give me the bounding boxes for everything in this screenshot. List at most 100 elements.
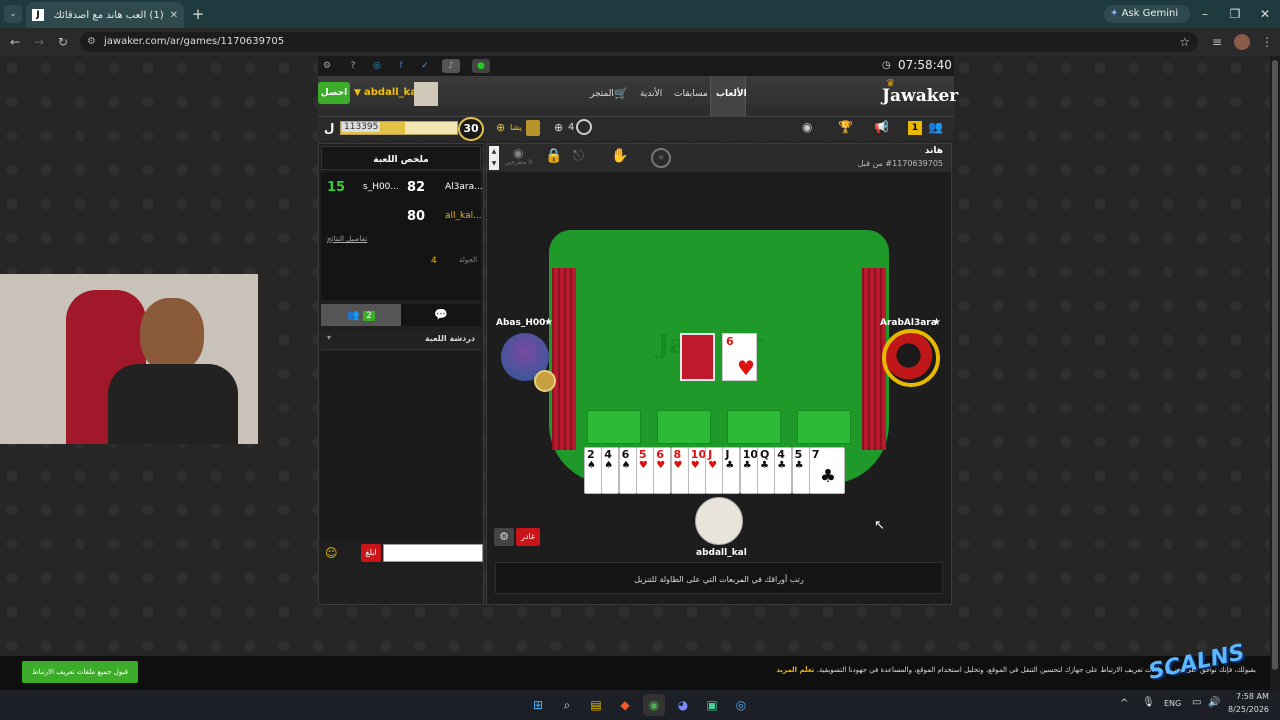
get-button[interactable]: احصل [318,82,350,104]
leave-button[interactable]: غادر [516,528,540,546]
hand-card[interactable]: 10 ♣ [739,447,758,494]
game-settings-icon[interactable]: ⚙ [494,528,514,546]
bookmark-star-icon[interactable]: ☆ [1179,32,1190,52]
player-left-name[interactable]: Abas_H00 [496,318,545,328]
ask-gemini-button[interactable]: ✦ Ask Gemini [1104,5,1190,23]
player-right-name[interactable]: ArabAl3ara [880,318,937,328]
tab-list-button[interactable]: ⌄ [4,5,22,23]
nav-clubs[interactable]: الأندية [640,89,662,99]
meld-slot-1[interactable] [587,410,641,444]
page-scrollbar[interactable] [1270,56,1280,690]
rss-icon[interactable]: ◉ [802,120,812,134]
emoji-icon[interactable]: ☺ [325,546,338,560]
hand-card[interactable]: 2 ♠ [584,447,602,494]
taskbar-date[interactable]: 8/25/2026 [1228,705,1269,714]
report-button[interactable]: ابلغ [361,544,381,562]
learn-more-link[interactable]: تعلّم المزيد [776,666,814,674]
settings-icon[interactable]: ⚙ [320,59,334,73]
add-token-icon[interactable]: ⊕ [554,121,563,134]
chat-dropdown-icon[interactable]: ▾ [327,333,331,342]
minimize-button[interactable]: – [1190,4,1220,24]
skip-icon[interactable]: » [651,148,671,168]
meld-slot-2[interactable] [657,410,711,444]
trophy-icon[interactable]: 🏆 [838,120,853,134]
help-icon[interactable]: ? [346,59,360,73]
username-link[interactable]: abdall_kal [364,87,421,98]
hand-card[interactable]: 5 ♥ [635,447,654,494]
add-coins-icon[interactable]: ⊕ [496,121,505,134]
nav-games[interactable]: الألعاب [716,89,747,99]
nav-store[interactable]: المتجر [590,89,614,99]
language-indicator[interactable]: ENG [1164,699,1181,708]
user-avatar[interactable] [414,82,438,106]
discord-icon[interactable]: ◕ [672,694,694,716]
details-link[interactable]: تفاصيل النتائج [327,235,367,243]
hand-card[interactable]: 6 ♥ [653,447,672,494]
file-explorer-icon[interactable]: ▤ [585,694,607,716]
megaphone-icon[interactable]: 📢 [874,120,889,134]
browser-tab[interactable]: J (1) العب هاند مع أصدقائك ✕ [26,2,184,28]
chat-input[interactable] [383,544,483,562]
hand-card[interactable]: 4 ♠ [601,447,620,494]
maximize-button[interactable]: ❐ [1220,4,1250,24]
twitter-icon[interactable]: ✓ [418,59,432,73]
hand-card[interactable]: J ♣ [722,447,741,494]
hand-card[interactable]: 8 ♥ [670,447,689,494]
taskbar-time[interactable]: 7:58 AM [1236,692,1269,701]
new-tab-button[interactable]: + [188,4,208,24]
notification-badge[interactable]: 1 [908,121,922,135]
reading-list-icon[interactable]: ≡ [1206,31,1228,53]
tray-chevron-icon[interactable]: ^ [1120,698,1128,709]
chevron-down-icon[interactable]: ▼ [354,88,361,98]
app-icon-2[interactable]: ◎ [730,694,752,716]
brave-icon[interactable]: ◆ [614,694,636,716]
chrome-icon[interactable]: ◉ [643,694,665,716]
friends-icon[interactable]: 👥 [928,120,943,134]
toolbar-scroll[interactable]: ▲ ▼ [489,146,499,170]
game-controller-icon[interactable]: ● [472,59,490,73]
nav-competitions[interactable]: مسابقات [674,89,708,99]
address-bar[interactable]: ⚙ jawaker.com/ar/games/1170639705 ☆ [80,32,1198,52]
hand-card[interactable]: 4 ♣ [774,447,793,494]
accept-cookies-button[interactable]: قبول جميع ملفات تعريف الارتباط [22,661,138,683]
meld-slot-4[interactable] [797,410,851,444]
hand-card[interactable]: J ♥ [705,447,724,494]
hand-card[interactable]: 7 ♣ [808,447,845,494]
jawaker-logo[interactable]: Jawaker [882,86,958,106]
scrollbar-thumb[interactable] [1272,60,1278,670]
hand-card[interactable]: 5 ♣ [791,447,810,494]
mic-icon[interactable]: 🎙 [1142,697,1155,708]
spectators-eye-icon[interactable]: ◉ [513,146,523,160]
sort-cards-icon[interactable]: ✋ [611,148,628,164]
hand-card[interactable]: Q ♣ [757,447,775,494]
player-bottom-name[interactable]: abdall_kal [696,548,747,558]
close-window-button[interactable]: ✕ [1250,4,1280,24]
chat-tab[interactable]: 💬 [401,304,481,326]
sound-icon[interactable]: ♪ [442,59,460,73]
network-icon[interactable]: ▭ [1192,697,1201,708]
back-icon[interactable]: ← [4,31,26,53]
browser-menu-icon[interactable]: ⋮ [1256,31,1278,53]
profile-avatar[interactable] [1234,34,1250,50]
lock-icon[interactable]: 🔒 [545,148,562,164]
start-icon[interactable]: ⊞ [527,694,549,716]
search-icon[interactable]: ⌕ [556,694,578,716]
forward-icon[interactable]: → [28,31,50,53]
app-icon[interactable]: ▣ [701,694,723,716]
instagram-icon[interactable]: ◎ [370,59,384,73]
site-info-icon[interactable]: ⚙ [87,32,96,52]
exit-icon[interactable]: ⎋ [573,148,584,164]
reload-icon[interactable]: ↻ [52,31,74,53]
tab-close-icon[interactable]: ✕ [170,10,178,21]
facebook-icon[interactable]: f [394,59,408,73]
volume-icon[interactable]: 🔊 [1208,697,1220,708]
chat-header[interactable]: ▾ دردشة اللعبة [321,330,481,350]
xp-value: 113395 [342,122,381,132]
friends-tab[interactable]: 👥 2 [321,304,401,326]
player-right-avatar[interactable] [882,329,940,387]
hand-card[interactable]: 10 ♥ [687,447,706,494]
game-toolbar: ▲ ▼ ◉ 0 متفرجين 🔒 ⎋ ✋ » هاند #1170639705 … [487,144,951,172]
player-bottom-avatar[interactable] [695,497,743,545]
hand-card[interactable]: 6 ♠ [618,447,637,494]
meld-slot-3[interactable] [727,410,781,444]
